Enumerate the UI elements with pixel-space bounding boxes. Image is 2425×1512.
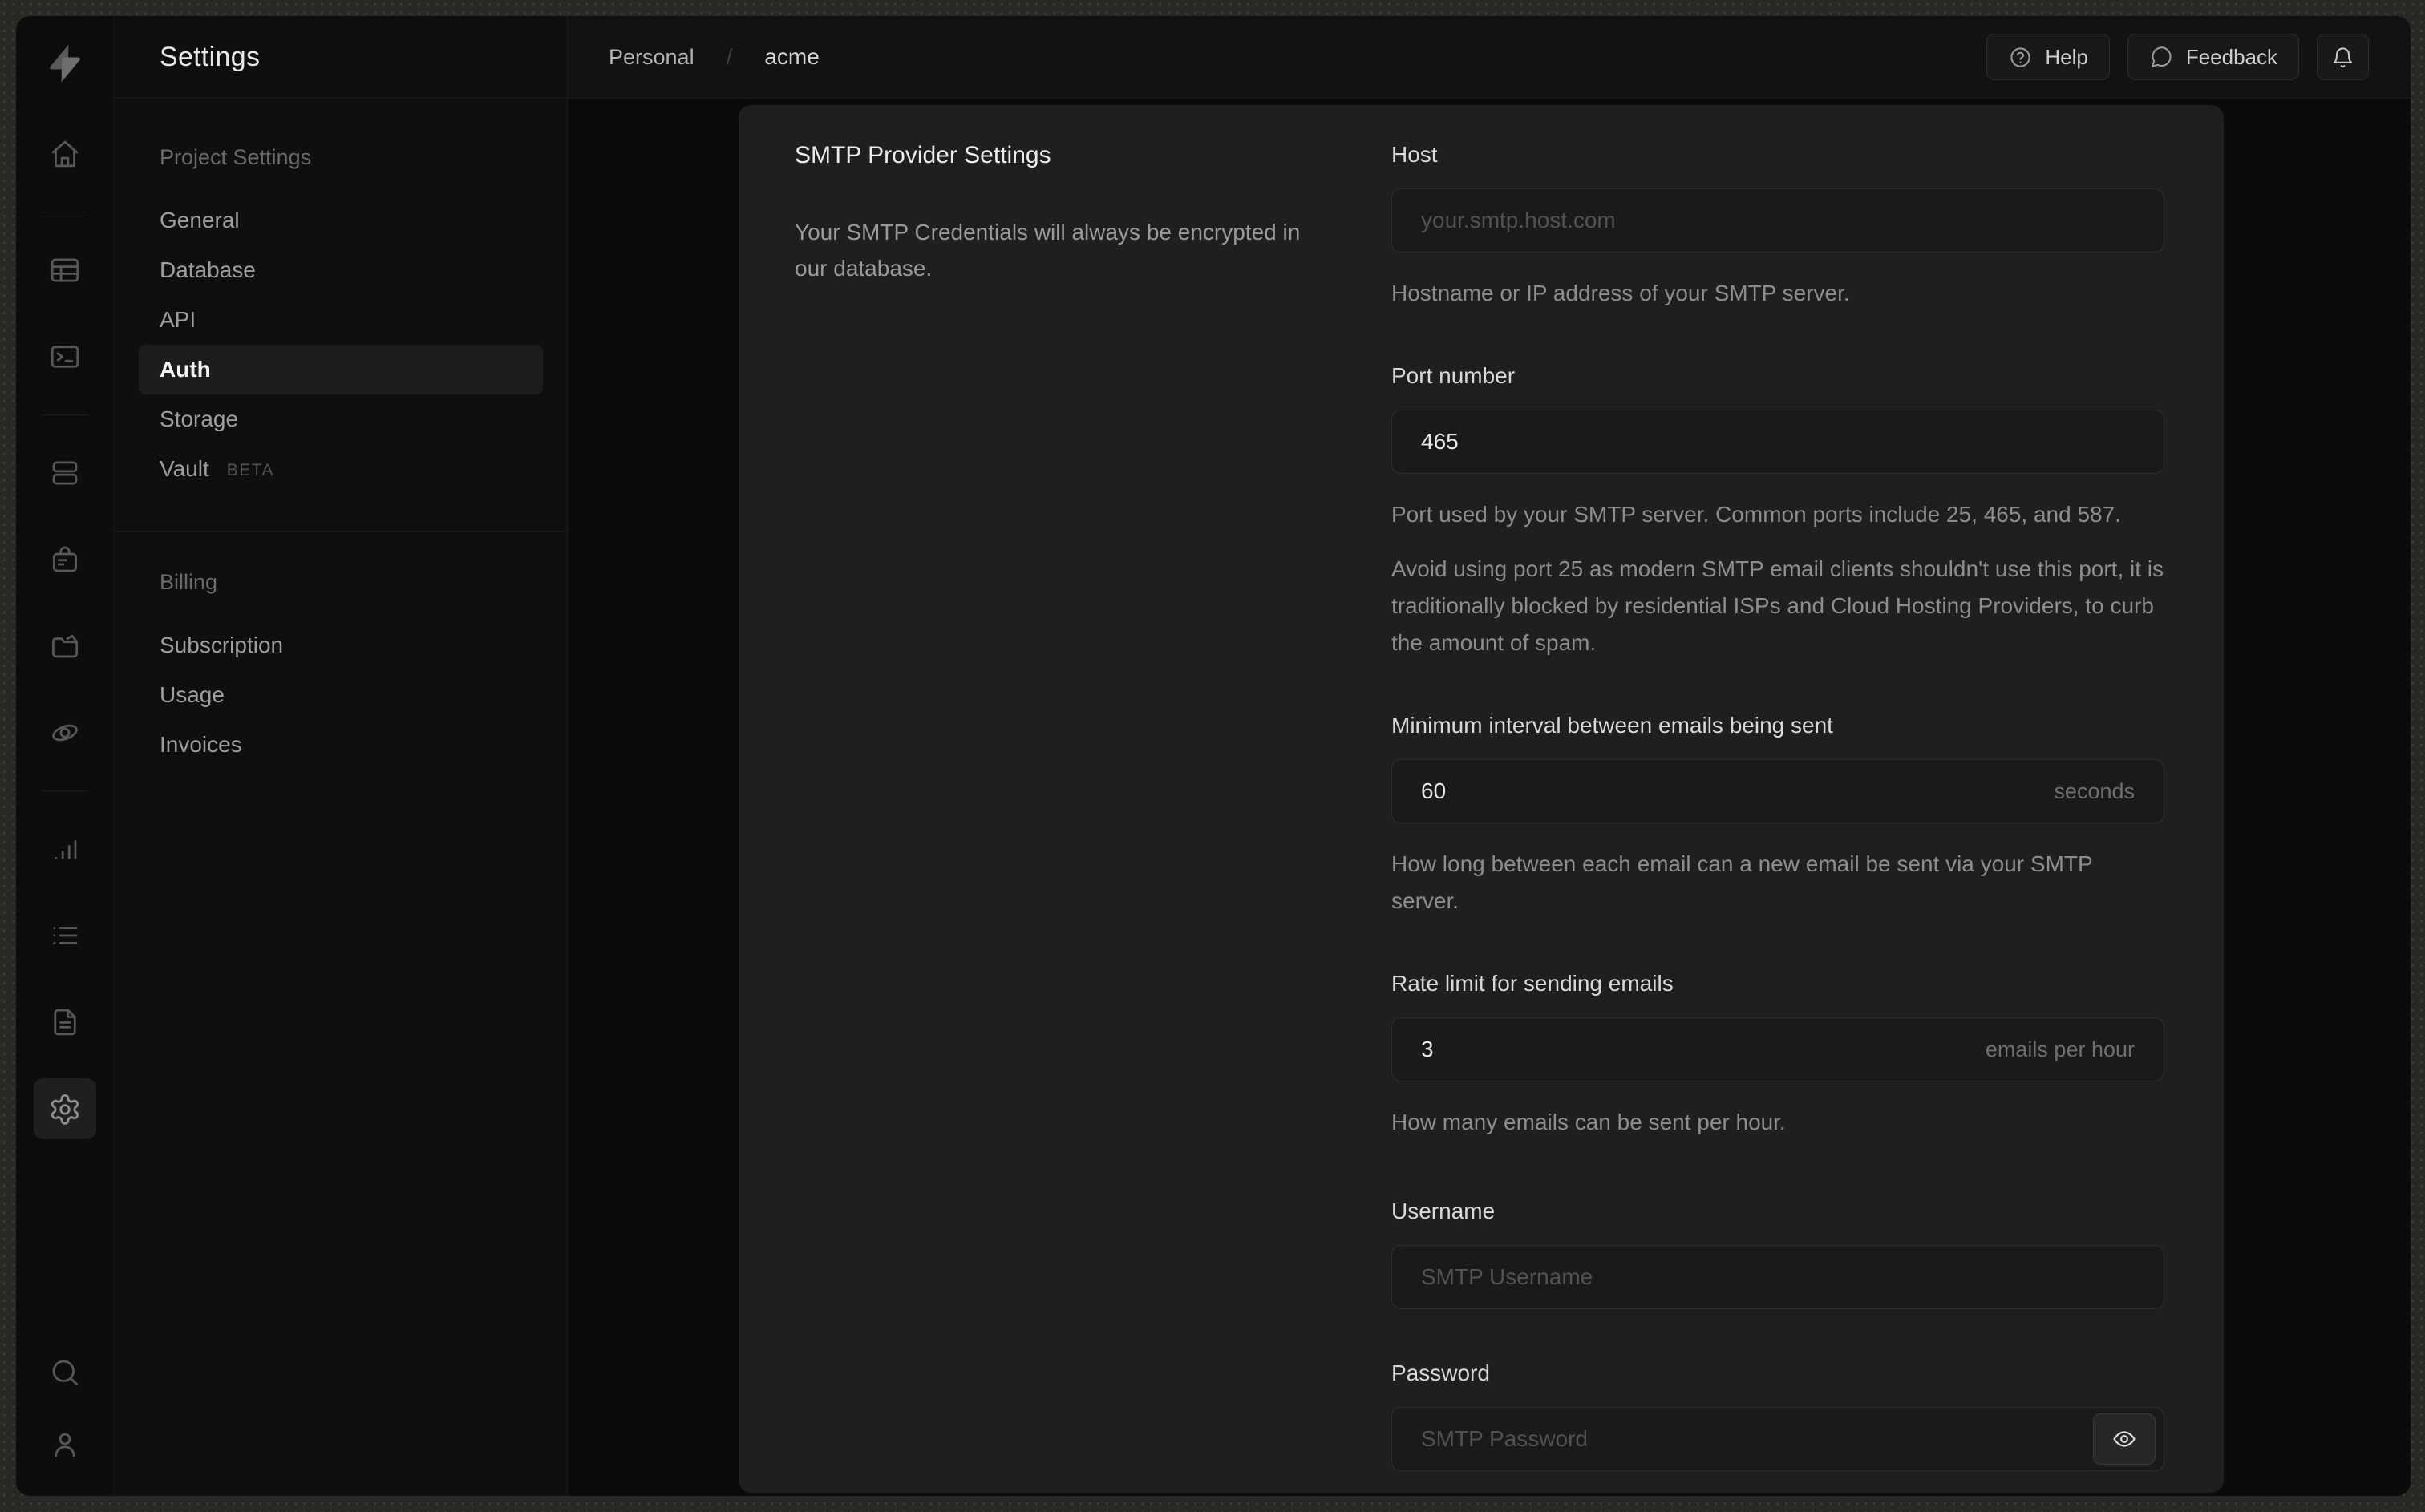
sidebar-item-api[interactable]: API [139,295,543,345]
sidebar-item-general[interactable]: General [139,196,543,245]
username-label: Username [1391,1199,1496,1223]
table-editor-icon[interactable] [34,240,96,301]
sidebar-divider [115,531,567,532]
notifications-button[interactable] [2317,34,2369,80]
rate-label: Rate limit for sending emails [1391,971,1674,996]
speech-bubble-icon [2151,46,2172,67]
reports-icon[interactable] [34,819,96,879]
docs-icon[interactable] [34,992,96,1053]
breadcrumb: Personal / acme [609,44,820,70]
interval-field-group: Minimum interval between emails being se… [1391,713,2164,920]
rail-divider [42,790,88,791]
password-label: Password [1391,1360,1490,1385]
auth-icon[interactable] [34,529,96,590]
port-field-group: Port number Port used by your SMTP serve… [1391,363,2164,661]
sidebar-item-database[interactable]: Database [139,245,543,295]
rate-field-group: Rate limit for sending emails emails per… [1391,971,2164,1141]
help-button[interactable]: Help [1986,34,2110,80]
profile-icon[interactable] [34,1414,96,1475]
sidebar-item-auth[interactable]: Auth [139,345,543,394]
username-field-group: Username [1391,1199,2164,1309]
sidebar-item-usage[interactable]: Usage [139,670,543,720]
search-icon[interactable] [34,1342,96,1403]
content-area: SMTP Provider Settings Your SMTP Credent… [568,99,2411,1496]
sidebar-item-invoices[interactable]: Invoices [139,720,543,770]
reveal-password-button[interactable] [2093,1413,2156,1465]
app-window: Settings Project Settings General Databa… [16,16,2411,1496]
bell-icon [2333,46,2353,67]
breadcrumb-project[interactable]: acme [764,44,819,70]
password-input[interactable] [1392,1408,2164,1470]
panel-title: SMTP Provider Settings [795,142,1051,168]
section-header-project-settings: Project Settings [160,145,312,169]
icon-rail [16,16,115,1496]
settings-icon[interactable] [34,1078,96,1139]
storage-icon[interactable] [34,616,96,677]
home-icon[interactable] [34,123,96,184]
rate-helper: How many emails can be sent per hour. [1391,1110,1786,1134]
section-header-billing: Billing [160,570,218,594]
port-label: Port number [1391,363,1516,388]
feedback-button[interactable]: Feedback [2127,34,2299,80]
username-input[interactable] [1392,1246,2164,1308]
beta-badge: BETA [226,460,275,479]
port-input[interactable] [1392,410,2164,473]
eye-icon [2113,1431,2136,1447]
rail-divider [42,414,88,415]
breadcrumb-org[interactable]: Personal [609,45,694,70]
interval-helper: How long between each email can a new em… [1391,851,2093,913]
port-helper: Port used by your SMTP server. Common po… [1391,502,2121,527]
interval-label: Minimum interval between emails being se… [1391,713,1833,738]
page-title: Settings [160,41,261,72]
host-field-group: Host Hostname or IP address of your SMTP… [1391,142,2164,312]
host-helper: Hostname or IP address of your SMTP serv… [1391,281,1850,305]
interval-input[interactable] [1392,760,2164,823]
edge-functions-icon[interactable] [34,702,96,763]
rate-input[interactable] [1392,1018,2164,1081]
sidebar-item-subscription[interactable]: Subscription [139,621,543,670]
help-circle-icon [2010,46,2030,67]
top-bar: Personal / acme Help Feedback [568,16,2411,99]
breadcrumb-separator: / [726,44,733,69]
settings-sidebar-header: Settings [115,16,567,99]
database-icon[interactable] [34,443,96,503]
sidebar-item-vault[interactable]: Vault BETA [139,444,543,494]
host-input[interactable] [1392,189,2164,252]
logs-icon[interactable] [34,905,96,966]
settings-sidebar: Settings Project Settings General Databa… [115,16,568,1496]
password-field-group: Password [1391,1360,2164,1471]
port-note: Avoid using port 25 as modern SMTP email… [1391,556,2164,655]
sql-editor-icon[interactable] [34,326,96,387]
smtp-settings-panel: SMTP Provider Settings Your SMTP Credent… [739,105,2224,1493]
main-area: Personal / acme Help Feedback SMTP Provi… [568,16,2411,1496]
supabase-logo-icon[interactable] [42,40,88,87]
panel-description: Your SMTP Credentials will always be enc… [795,220,1301,281]
sidebar-item-storage[interactable]: Storage [139,394,543,444]
host-label: Host [1391,142,1438,167]
